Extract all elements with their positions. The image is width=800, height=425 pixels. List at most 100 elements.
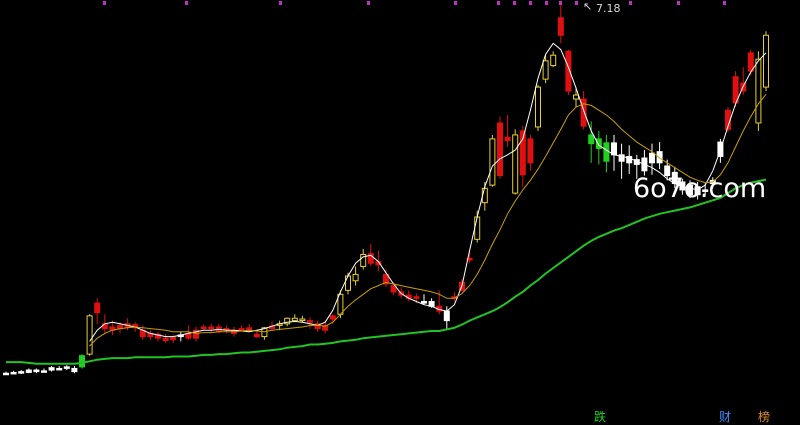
candle[interactable] bbox=[504, 114, 511, 147]
candle-body bbox=[71, 367, 78, 373]
candle-body bbox=[603, 142, 610, 162]
candle-body bbox=[56, 367, 63, 371]
candle-body bbox=[489, 138, 496, 186]
candle[interactable] bbox=[489, 134, 496, 187]
candle-body bbox=[497, 122, 503, 177]
candle-body bbox=[246, 327, 253, 330]
watermark: 6o7o.com bbox=[633, 173, 767, 204]
tag-bang[interactable]: 榜 bbox=[757, 411, 771, 424]
candle[interactable] bbox=[375, 250, 382, 272]
candle-body bbox=[101, 323, 108, 330]
candle-body bbox=[18, 371, 25, 374]
candle[interactable] bbox=[421, 294, 427, 305]
candle[interactable] bbox=[535, 84, 541, 131]
candle-body bbox=[588, 134, 595, 145]
candle-body bbox=[504, 136, 511, 141]
candle[interactable] bbox=[299, 315, 306, 323]
candle[interactable] bbox=[10, 370, 17, 375]
candle[interactable] bbox=[656, 142, 663, 170]
candle-body bbox=[79, 355, 85, 368]
candle[interactable] bbox=[763, 31, 769, 92]
candle-body bbox=[611, 142, 617, 156]
candle-body bbox=[649, 152, 655, 164]
candle[interactable] bbox=[626, 145, 633, 174]
candle-body bbox=[299, 318, 306, 322]
candle-body bbox=[557, 17, 564, 36]
candle[interactable] bbox=[732, 71, 739, 108]
candle[interactable] bbox=[611, 134, 617, 171]
candle[interactable] bbox=[56, 366, 63, 371]
candle-body bbox=[253, 333, 260, 338]
candlestick-plot[interactable] bbox=[0, 0, 800, 425]
candle[interactable] bbox=[588, 121, 595, 163]
candle[interactable] bbox=[25, 368, 32, 374]
candle[interactable] bbox=[18, 370, 25, 375]
candle-body bbox=[535, 86, 541, 128]
candle-body bbox=[527, 138, 534, 164]
candle[interactable] bbox=[3, 371, 9, 376]
kline-chart[interactable]: ↖ 7.18 6o7o.com 跌 财 榜 bbox=[0, 0, 800, 425]
candle-body bbox=[656, 151, 663, 164]
candle[interactable] bbox=[649, 143, 655, 175]
candle-body bbox=[747, 52, 754, 72]
candle[interactable] bbox=[641, 150, 648, 176]
candle[interactable] bbox=[86, 314, 93, 356]
candle[interactable] bbox=[497, 116, 503, 179]
candle[interactable] bbox=[94, 298, 101, 324]
candle-body bbox=[94, 302, 101, 314]
candle[interactable] bbox=[155, 331, 161, 342]
candle-body bbox=[162, 337, 169, 342]
candle[interactable] bbox=[71, 366, 78, 374]
candle-body bbox=[443, 310, 450, 322]
candle-body bbox=[48, 367, 55, 371]
candle[interactable] bbox=[573, 87, 579, 108]
candle-body bbox=[170, 336, 177, 341]
peak-price-label: 7.18 bbox=[596, 2, 621, 15]
candle[interactable] bbox=[352, 266, 359, 286]
candle[interactable] bbox=[193, 327, 199, 342]
candle[interactable] bbox=[527, 134, 534, 171]
candle-body bbox=[763, 34, 769, 88]
candle[interactable] bbox=[200, 324, 207, 331]
candle[interactable] bbox=[162, 334, 169, 343]
candle-body bbox=[41, 370, 47, 373]
candle[interactable] bbox=[314, 320, 321, 332]
candle-body bbox=[208, 326, 215, 330]
candle-body bbox=[550, 54, 557, 67]
candle[interactable] bbox=[48, 366, 55, 372]
candle[interactable] bbox=[405, 290, 412, 302]
candle[interactable] bbox=[147, 330, 154, 340]
candle-body bbox=[474, 216, 481, 240]
candle[interactable] bbox=[519, 126, 526, 187]
peak-arrow-icon: ↖ bbox=[583, 0, 593, 13]
candle-body bbox=[307, 320, 313, 323]
candle[interactable] bbox=[618, 143, 625, 179]
candle-body bbox=[580, 98, 587, 127]
candle-body bbox=[352, 273, 359, 282]
candle-body bbox=[573, 94, 579, 100]
candle[interactable] bbox=[79, 354, 85, 369]
candle[interactable] bbox=[177, 331, 184, 342]
candle[interactable] bbox=[63, 365, 70, 371]
candle[interactable] bbox=[595, 130, 602, 165]
candle-body bbox=[63, 366, 70, 369]
tag-die[interactable]: 跌 bbox=[593, 411, 607, 424]
tag-cai[interactable]: 财 bbox=[718, 411, 732, 424]
candle[interactable] bbox=[360, 248, 367, 270]
ma-mid-line bbox=[89, 93, 767, 347]
candle[interactable] bbox=[550, 51, 557, 68]
candle-body bbox=[3, 372, 9, 376]
candle[interactable] bbox=[33, 368, 40, 374]
candle[interactable] bbox=[557, 5, 564, 44]
candle[interactable] bbox=[603, 134, 610, 173]
candle-body bbox=[86, 315, 93, 355]
candle[interactable] bbox=[512, 129, 519, 195]
candle[interactable] bbox=[41, 368, 47, 373]
candle-body bbox=[755, 58, 762, 124]
candle-body bbox=[238, 328, 245, 331]
candle-body bbox=[291, 317, 298, 322]
candle-body bbox=[595, 138, 602, 149]
candle-body bbox=[345, 275, 351, 291]
candle-body bbox=[25, 369, 32, 373]
candle-body bbox=[329, 315, 336, 320]
